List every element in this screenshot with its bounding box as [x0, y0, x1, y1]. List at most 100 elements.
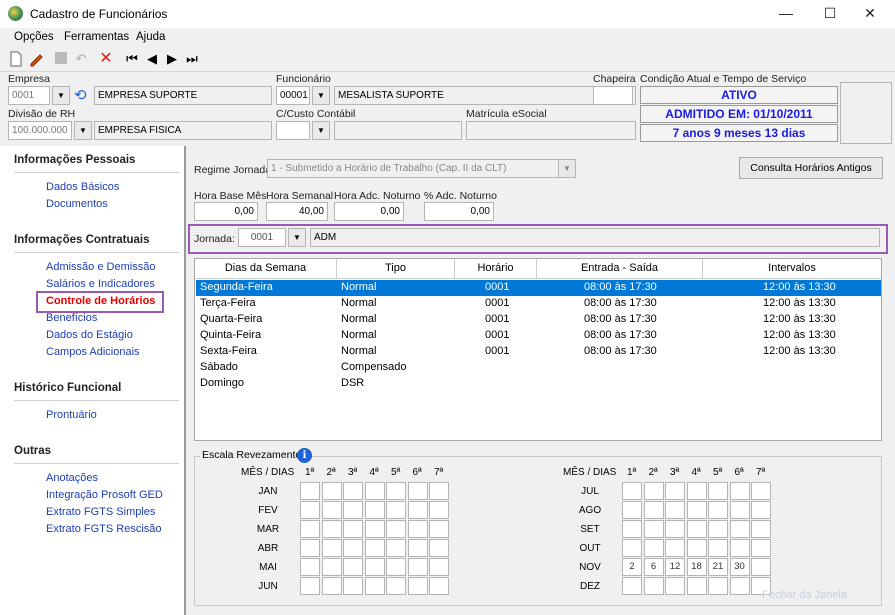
col-entrada-saida[interactable]: Entrada - Saída: [537, 259, 703, 278]
escala-day-cell[interactable]: [343, 577, 363, 595]
sidebar-item-extrato-fgts-rescisao[interactable]: Extrato FGTS Rescisão: [46, 523, 162, 535]
escala-day-cell[interactable]: [729, 577, 750, 595]
escala-day-cell[interactable]: [622, 482, 642, 500]
escala-day-cell[interactable]: [429, 539, 449, 557]
escala-day-cell[interactable]: [686, 539, 707, 557]
escala-day-cell[interactable]: [665, 539, 685, 557]
sidebar-item-dados-estagio[interactable]: Dados do Estágio: [46, 329, 133, 341]
minimize-button[interactable]: —: [768, 2, 804, 24]
escala-day-cell[interactable]: [364, 520, 385, 538]
escala-day-cell[interactable]: [343, 501, 363, 519]
escala-day-cell[interactable]: [300, 501, 320, 519]
escala-day-cell[interactable]: 21: [708, 558, 728, 576]
jornada-code-field[interactable]: 0001: [238, 228, 286, 247]
escala-day-cell[interactable]: [729, 539, 750, 557]
escala-day-cell[interactable]: [300, 539, 320, 557]
escala-day-cell[interactable]: [407, 482, 428, 500]
escala-day-cell[interactable]: [665, 501, 685, 519]
escala-day-cell[interactable]: [321, 501, 342, 519]
escala-day-cell[interactable]: [407, 520, 428, 538]
escala-day-cell[interactable]: [321, 539, 342, 557]
escala-day-cell[interactable]: [386, 501, 406, 519]
escala-day-cell[interactable]: [343, 558, 363, 576]
col-tipo[interactable]: Tipo: [337, 259, 455, 278]
escala-day-cell[interactable]: [686, 482, 707, 500]
escala-day-cell[interactable]: [729, 501, 750, 519]
escala-day-cell[interactable]: [429, 482, 449, 500]
close-button[interactable]: ✕: [852, 2, 888, 24]
info-icon[interactable]: i: [297, 448, 312, 463]
escala-day-cell[interactable]: [364, 558, 385, 576]
escala-day-cell[interactable]: [708, 520, 728, 538]
escala-day-cell[interactable]: [386, 539, 406, 557]
escala-day-cell[interactable]: [343, 482, 363, 500]
escala-day-cell[interactable]: [643, 501, 664, 519]
regime-select[interactable]: 1 - Submetido a Horário de Trabalho (Cap…: [267, 159, 559, 178]
escala-day-cell[interactable]: [622, 520, 642, 538]
sidebar-item-admissao[interactable]: Admissão e Demissão: [46, 261, 155, 273]
save-icon[interactable]: [53, 51, 69, 67]
escala-day-cell[interactable]: [686, 577, 707, 595]
funcionario-dropdown[interactable]: ▼: [312, 86, 330, 105]
custo-dropdown[interactable]: ▼: [312, 121, 330, 140]
col-horario[interactable]: Horário: [455, 259, 537, 278]
sidebar-item-campos-adicionais[interactable]: Campos Adicionais: [46, 346, 140, 358]
escala-day-cell[interactable]: [622, 539, 642, 557]
pct-adc-field[interactable]: 0,00: [424, 202, 494, 221]
sidebar-item-extrato-fgts-simples[interactable]: Extrato FGTS Simples: [46, 506, 155, 518]
sidebar-item-controle-horarios[interactable]: Controle de Horários: [46, 295, 155, 307]
escala-day-cell[interactable]: [321, 520, 342, 538]
sidebar-item-documentos[interactable]: Documentos: [46, 198, 108, 210]
escala-day-cell[interactable]: [751, 501, 771, 519]
maximize-button[interactable]: ☐: [812, 2, 848, 24]
escala-day-cell[interactable]: [708, 501, 728, 519]
escala-day-cell[interactable]: [429, 558, 449, 576]
escala-day-cell[interactable]: 2: [622, 558, 642, 576]
table-row[interactable]: Quinta-Feira Normal 0001 08:00 às 17:30 12:0…: [196, 328, 881, 344]
escala-day-cell[interactable]: [643, 539, 664, 557]
escala-day-cell[interactable]: [364, 482, 385, 500]
escala-day-cell[interactable]: [643, 577, 664, 595]
escala-day-cell[interactable]: [321, 482, 342, 500]
escala-day-cell[interactable]: 12: [665, 558, 685, 576]
escala-day-cell[interactable]: [708, 577, 728, 595]
escala-day-cell[interactable]: [643, 520, 664, 538]
chapeira-field[interactable]: [593, 86, 633, 105]
escala-day-cell[interactable]: [729, 520, 750, 538]
employee-photo[interactable]: [840, 82, 892, 144]
escala-day-cell[interactable]: [321, 558, 342, 576]
escala-day-cell[interactable]: [686, 520, 707, 538]
escala-day-cell[interactable]: [386, 482, 406, 500]
delete-icon[interactable]: ✕: [98, 51, 114, 67]
escala-day-cell[interactable]: [407, 577, 428, 595]
first-icon[interactable]: ⏮: [124, 51, 140, 67]
escala-day-cell[interactable]: [751, 482, 771, 500]
sidebar-item-prontuario[interactable]: Prontuário: [46, 409, 97, 421]
consulta-horarios-button[interactable]: Consulta Horários Antigos: [739, 157, 883, 179]
col-intervalos[interactable]: Intervalos: [703, 259, 881, 278]
escala-day-cell[interactable]: [386, 558, 406, 576]
escala-day-cell[interactable]: [407, 501, 428, 519]
escala-day-cell[interactable]: [665, 577, 685, 595]
escala-day-cell[interactable]: [751, 539, 771, 557]
escala-day-cell[interactable]: [665, 520, 685, 538]
empresa-dropdown[interactable]: ▼: [52, 86, 70, 105]
menu-ajuda[interactable]: Ajuda: [136, 31, 165, 43]
escala-day-cell[interactable]: [300, 482, 320, 500]
menu-ferramentas[interactable]: Ferramentas: [64, 31, 129, 43]
next-icon[interactable]: ▶: [164, 51, 180, 67]
divisao-code-field[interactable]: 100.000.000: [8, 121, 72, 140]
escala-day-cell[interactable]: [708, 482, 728, 500]
escala-day-cell[interactable]: [665, 482, 685, 500]
escala-day-cell[interactable]: [343, 539, 363, 557]
refresh-icon[interactable]: ⟲: [74, 87, 92, 104]
empresa-code-field[interactable]: 0001: [8, 86, 50, 105]
new-icon[interactable]: [8, 51, 24, 67]
last-icon[interactable]: ⏭: [184, 51, 200, 67]
table-row[interactable]: Terça-Feira Normal 0001 08:00 às 17:30 12:00…: [196, 296, 881, 312]
escala-day-cell[interactable]: [686, 501, 707, 519]
sidebar-item-beneficios[interactable]: Benefícios: [46, 312, 97, 324]
regime-dropdown[interactable]: ▼: [558, 159, 576, 178]
horarios-table[interactable]: Dias da Semana Tipo Horário Entrada - Sa…: [194, 258, 882, 441]
escala-day-cell[interactable]: [751, 558, 771, 576]
